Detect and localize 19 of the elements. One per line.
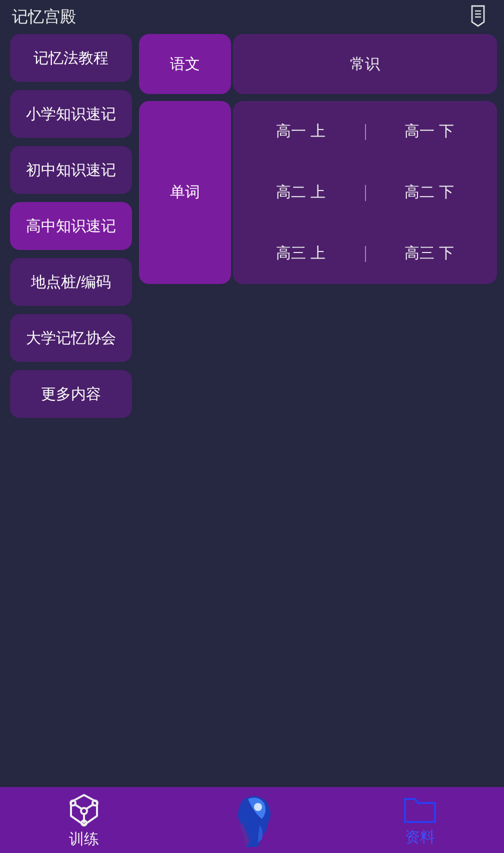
grade-button[interactable]: 高二 上: [237, 172, 364, 212]
sidebar-item[interactable]: 小学知识速记: [10, 90, 132, 138]
sidebar-item[interactable]: 更多内容: [10, 370, 132, 418]
sidebar-item[interactable]: 高中知识速记: [10, 202, 132, 250]
notes-icon[interactable]: [470, 5, 486, 29]
grade-button[interactable]: 高三 上: [237, 234, 364, 274]
category-button[interactable]: 语文: [139, 34, 231, 94]
grade-button[interactable]: 高三 下: [366, 234, 493, 274]
sidebar-item[interactable]: 地点桩/编码: [10, 258, 132, 306]
grade-button[interactable]: 高一 下: [366, 112, 493, 152]
category-button[interactable]: 单词: [139, 101, 231, 284]
sidebar-item[interactable]: 记忆法教程: [10, 34, 132, 82]
nav-tab[interactable]: 训练: [39, 792, 129, 848]
subject-button[interactable]: 常识: [233, 34, 497, 94]
sidebar-item[interactable]: 大学记忆协会: [10, 314, 132, 362]
grade-button[interactable]: 高一 上: [237, 112, 364, 152]
grade-button[interactable]: 高二 下: [366, 172, 493, 212]
sidebar-item[interactable]: 初中知识速记: [10, 146, 132, 194]
app-title: 记忆宫殿: [12, 6, 76, 28]
